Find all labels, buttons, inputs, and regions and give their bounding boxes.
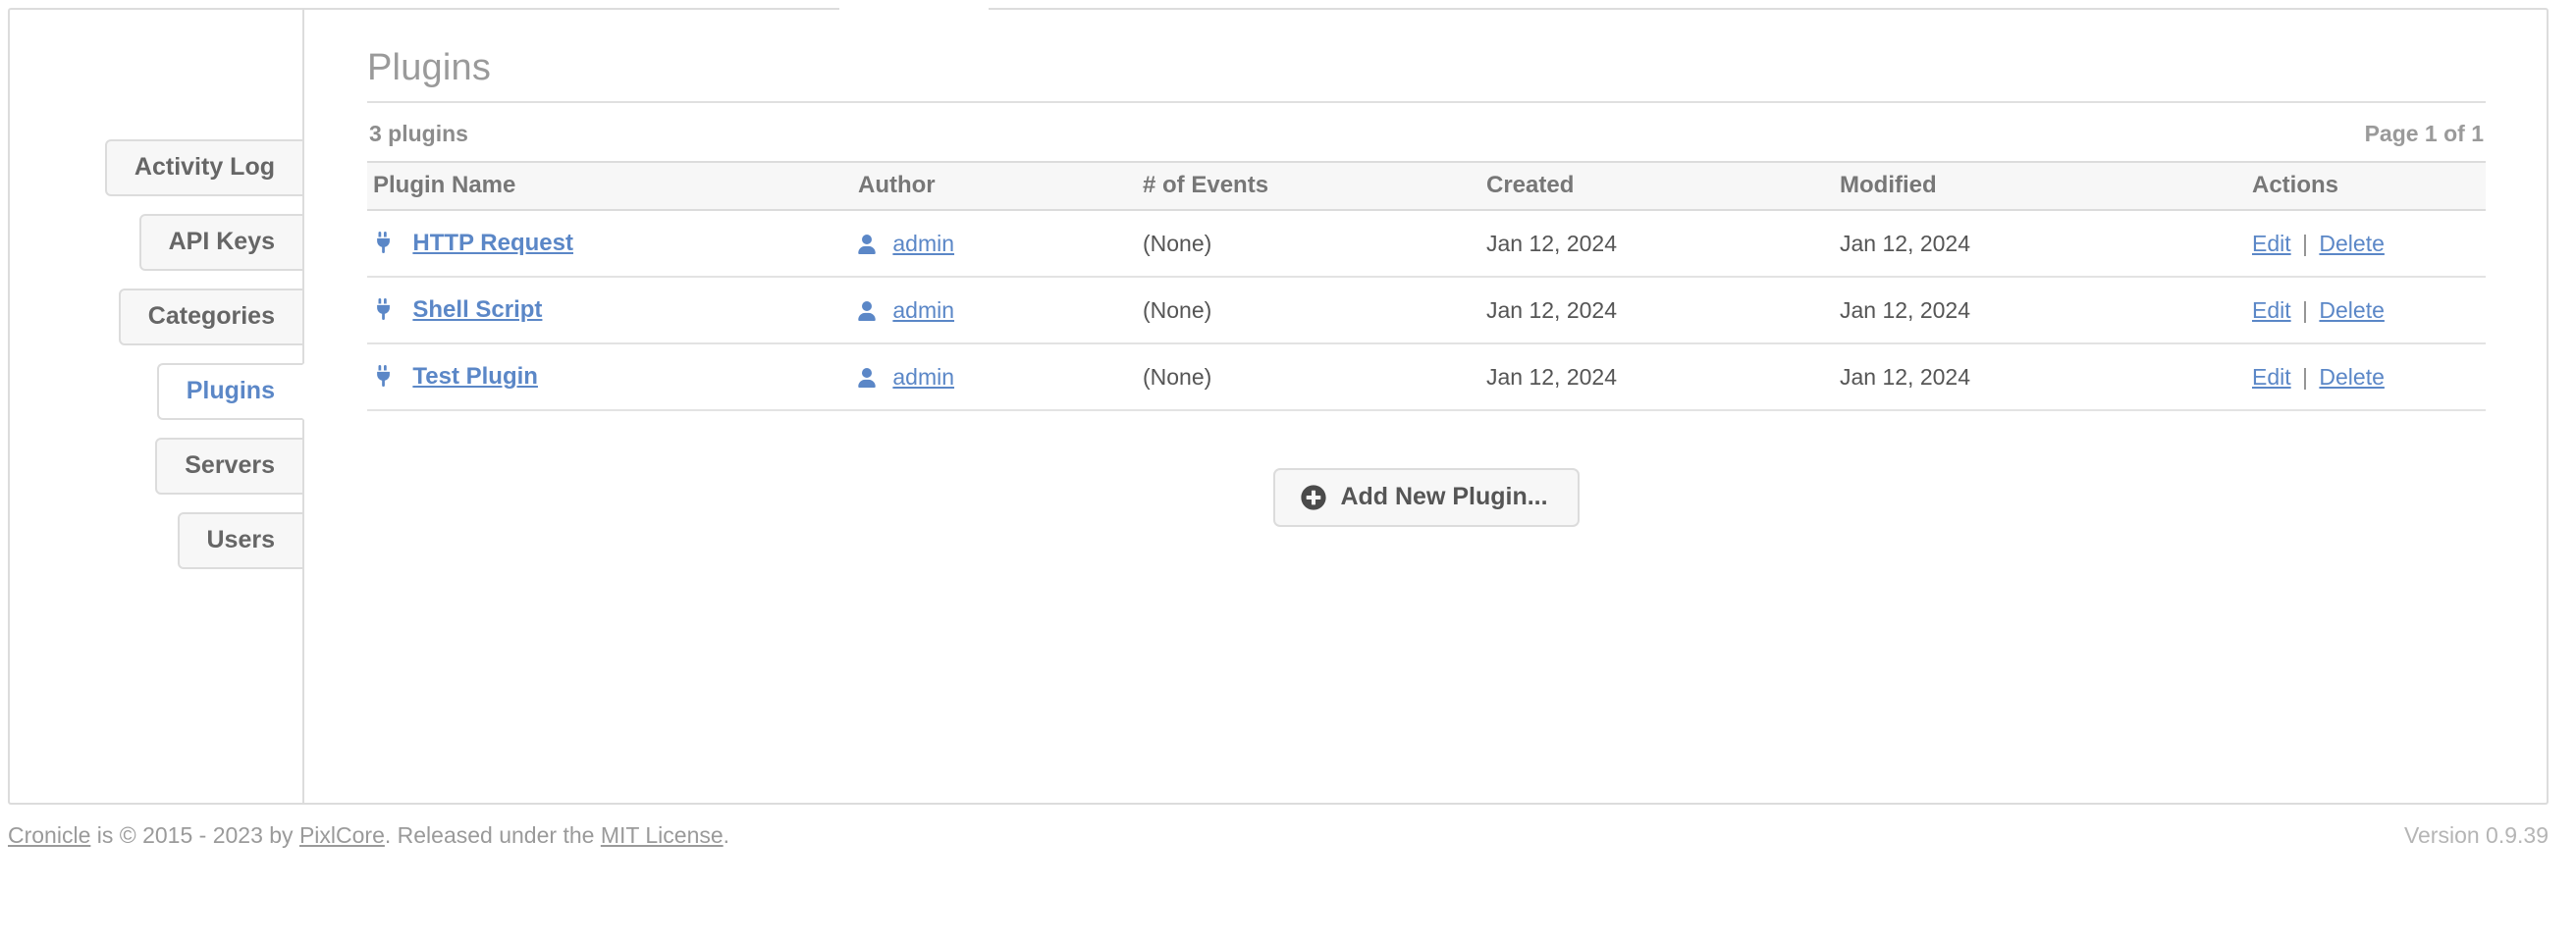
sidebar-item-api-keys[interactable]: API Keys (139, 214, 304, 271)
cell-actions: Edit | Delete (2252, 210, 2486, 277)
cell-author: admin (858, 277, 1143, 343)
action-separator: | (2297, 364, 2313, 390)
sidebar-tab-list: Activity Log API Keys Categories Plugins… (105, 139, 304, 587)
plug-icon (373, 232, 395, 253)
table-meta-row: 3 plugins Page 1 of 1 (367, 103, 2486, 161)
footer-copyright-mid: is © 2015 - 2023 by (90, 822, 299, 848)
user-icon (858, 367, 876, 387)
cronicle-link[interactable]: Cronicle (8, 822, 90, 848)
cell-modified: Jan 12, 2024 (1840, 343, 2252, 410)
cell-modified: Jan 12, 2024 (1840, 277, 2252, 343)
footer-released-text: . Released under the (385, 822, 601, 848)
delete-link[interactable]: Delete (2319, 297, 2384, 323)
edit-link[interactable]: Edit (2252, 364, 2291, 390)
cell-events: (None) (1143, 277, 1486, 343)
cell-events: (None) (1143, 343, 1486, 410)
mit-license-link[interactable]: MIT License (601, 822, 724, 848)
plug-icon (373, 298, 395, 320)
plugin-name-link[interactable]: Shell Script (412, 296, 542, 323)
pagination-label: Page 1 of 1 (2365, 121, 2484, 147)
cell-actions: Edit | Delete (2252, 277, 2486, 343)
plugin-count-label: 3 plugins (369, 121, 468, 147)
add-plugin-row: Add New Plugin... (367, 468, 2486, 527)
action-separator: | (2297, 297, 2313, 323)
sidebar-item-plugins[interactable]: Plugins (157, 363, 304, 420)
add-new-plugin-button[interactable]: Add New Plugin... (1273, 468, 1579, 527)
plugin-name-link[interactable]: HTTP Request (412, 230, 573, 256)
table-row: Shell Script admin (None) Jan 12, 2024 (367, 277, 2486, 343)
column-header-plugin-name: Plugin Name (367, 162, 858, 210)
sidebar-item-label: API Keys (169, 228, 275, 255)
cell-plugin-name: Shell Script (367, 277, 858, 343)
app-root: Activity Log API Keys Categories Plugins… (0, 0, 2576, 946)
sidebar-item-label: Users (207, 526, 276, 553)
pixlcore-link[interactable]: PixlCore (299, 822, 385, 848)
sidebar-item-label: Activity Log (134, 153, 275, 181)
footer-version: Version 0.9.39 (2404, 822, 2549, 849)
author-link[interactable]: admin (892, 231, 954, 256)
sidebar-item-activity-log[interactable]: Activity Log (105, 139, 304, 196)
plugin-name-link[interactable]: Test Plugin (412, 363, 538, 390)
table-header: Plugin Name Author # of Events Created M… (367, 162, 2486, 210)
plus-circle-icon (1301, 485, 1326, 510)
cell-author: admin (858, 343, 1143, 410)
main-panel: Activity Log API Keys Categories Plugins… (8, 8, 2549, 805)
sidebar-item-label: Servers (185, 451, 275, 479)
cell-actions: Edit | Delete (2252, 343, 2486, 410)
table-body: HTTP Request admin (None) Jan 12, 2024 (367, 210, 2486, 410)
sidebar-item-servers[interactable]: Servers (155, 438, 304, 495)
column-header-events: # of Events (1143, 162, 1486, 210)
edit-link[interactable]: Edit (2252, 297, 2291, 323)
sidebar-item-categories[interactable]: Categories (119, 289, 304, 345)
edit-link[interactable]: Edit (2252, 231, 2291, 256)
page-title: Plugins (367, 10, 2486, 101)
table-header-row: Plugin Name Author # of Events Created M… (367, 162, 2486, 210)
table-row: HTTP Request admin (None) Jan 12, 2024 (367, 210, 2486, 277)
author-link[interactable]: admin (892, 297, 954, 323)
add-new-plugin-label: Add New Plugin... (1340, 483, 1547, 511)
sidebar: Activity Log API Keys Categories Plugins… (10, 10, 304, 803)
column-header-actions: Actions (2252, 162, 2486, 210)
sidebar-item-label: Plugins (187, 377, 275, 404)
sidebar-item-users[interactable]: Users (178, 512, 305, 569)
delete-link[interactable]: Delete (2319, 231, 2384, 256)
cell-created: Jan 12, 2024 (1486, 343, 1840, 410)
cell-plugin-name: Test Plugin (367, 343, 858, 410)
cell-plugin-name: HTTP Request (367, 210, 858, 277)
sidebar-item-label: Categories (148, 302, 275, 330)
action-separator: | (2297, 231, 2313, 256)
footer: Cronicle is © 2015 - 2023 by PixlCore. R… (8, 822, 2549, 849)
table-row: Test Plugin admin (None) Jan 12, 2024 (367, 343, 2486, 410)
cell-created: Jan 12, 2024 (1486, 277, 1840, 343)
cell-modified: Jan 12, 2024 (1840, 210, 2252, 277)
column-header-modified: Modified (1840, 162, 2252, 210)
user-icon (858, 234, 876, 253)
footer-trailing-period: . (724, 822, 729, 848)
user-icon (858, 300, 876, 320)
plugins-table: Plugin Name Author # of Events Created M… (367, 161, 2486, 411)
delete-link[interactable]: Delete (2319, 364, 2384, 390)
content-area: Plugins 3 plugins Page 1 of 1 Plugin Nam… (306, 10, 2547, 803)
cell-author: admin (858, 210, 1143, 277)
cell-events: (None) (1143, 210, 1486, 277)
column-header-author: Author (858, 162, 1143, 210)
column-header-created: Created (1486, 162, 1840, 210)
plug-icon (373, 365, 395, 387)
footer-copyright: Cronicle is © 2015 - 2023 by PixlCore. R… (8, 822, 729, 849)
author-link[interactable]: admin (892, 364, 954, 390)
cell-created: Jan 12, 2024 (1486, 210, 1840, 277)
